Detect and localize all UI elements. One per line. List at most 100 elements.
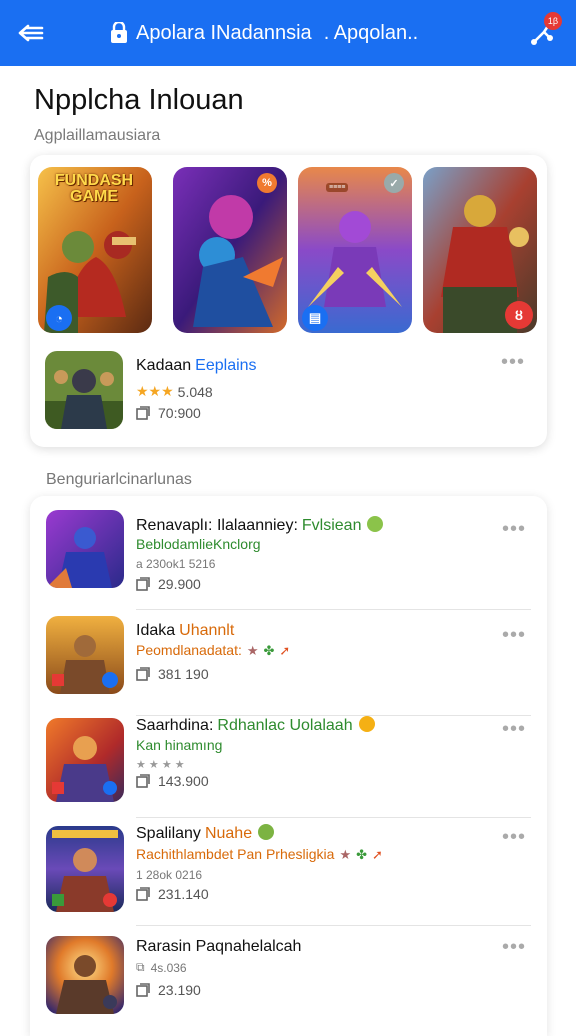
more-options-icon[interactable]: ••• (501, 352, 525, 372)
page-title: Npplcha Inlouan (34, 84, 244, 116)
top-app-bar: Apolara INadannsia . Apqolan.. 1β (0, 0, 576, 66)
downloads-value: 23.190 (158, 982, 201, 998)
divider (136, 925, 531, 926)
app-icon-image (46, 826, 124, 912)
list-item[interactable]: Rarasin Paqnahelalcah ⧉ 4s.036 23.190 ••• (30, 928, 547, 1036)
downloads-value: 70:900 (158, 405, 201, 421)
app-name-accent: Uhannlt (179, 622, 235, 639)
app-icon-image (46, 616, 124, 694)
notification-badge[interactable]: 1β (544, 12, 562, 30)
more-options-icon[interactable]: ••• (502, 519, 526, 539)
app-subtitle-text: Rachithlambdet Pan Prhesligkia (136, 846, 335, 862)
app-icon (46, 718, 124, 802)
arrow-icon: ➚ (372, 847, 383, 862)
downloads-line: 231.140 (136, 886, 209, 902)
category-icon: ⧉ (136, 960, 145, 974)
featured-tile-1[interactable]: FUNDASH GAME ◔ (38, 167, 152, 333)
rating-stars-icon: ★★★ (136, 383, 174, 399)
downloads-value: 29.900 (158, 576, 201, 592)
lock-icon (111, 22, 127, 43)
app-name-accent: Nuahe (204, 825, 253, 842)
app-subtitle: Rachithlambdet Pan Prhesligkia ★ ✤ ➚ (136, 846, 383, 863)
app-meta: ⧉ 4s.036 (136, 960, 187, 975)
app-name: Saarhdina: Rdhanlac Uolalaah (136, 716, 375, 735)
app-name-accent: Eeplains (195, 357, 257, 374)
app-bar-title-text: Apolara INadannsia (136, 21, 312, 44)
app-bar-title: Apolara INadannsia . Apqolan.. (110, 0, 418, 66)
app-meta-text: 4s.036 (150, 960, 187, 975)
download-count-icon (136, 667, 150, 681)
app-icon-image (46, 936, 124, 1014)
app-name-text: Kadaan (136, 357, 192, 374)
app-icon (46, 826, 124, 912)
sale-badge-icon: % (257, 173, 277, 193)
download-count-icon (136, 887, 150, 901)
downloads-value: 143.900 (158, 773, 209, 789)
verified-icon (367, 516, 384, 532)
rating-stars-icon: ★ ★ ★ ★ (136, 759, 185, 771)
more-options-icon[interactable]: ••• (502, 827, 526, 847)
list-item[interactable]: Idaka Uhannlt Peomdlanadatat: ★ ✤ ➚ 381 190 … (30, 608, 547, 716)
clover-icon: ✤ (356, 847, 368, 862)
downloads-line: 70:900 (136, 405, 201, 421)
download-count-icon (136, 774, 150, 788)
app-icon-image (45, 351, 123, 429)
list-item[interactable]: Saarhdina: Rdhanlac Uolalaah Kan hinamıng… (30, 710, 547, 818)
app-bar-subtitle: . Apqolan.. (323, 21, 419, 44)
app-list: Renavaplı: Ilalaanniey: Fvlsiean Beblodam… (30, 496, 547, 1036)
arrow-icon: ➚ (279, 643, 291, 658)
more-options-icon[interactable]: ••• (502, 625, 526, 645)
app-meta: 1 28ok 0216 (136, 868, 203, 882)
rating-value: 5.048 (177, 383, 213, 400)
featured-tile-3[interactable]: ≡≡≡≡ ✓ ▤ (298, 167, 412, 333)
app-name-text: Rarasin Paqnahelalcah (136, 938, 302, 955)
rating-line: ★★★ 5.048 (136, 383, 213, 400)
app-name: Renavaplı: Ilalaanniey: Fvlsiean (136, 516, 384, 535)
app-name-text: Spalilany (136, 825, 201, 842)
check-badge-icon: ✓ (384, 173, 404, 193)
app-name-accent: Fvlsiean (301, 517, 362, 534)
app-subtitle: Kan hinamıng (136, 737, 223, 753)
app-icon (46, 510, 124, 588)
back-arrow-icon[interactable] (16, 18, 46, 48)
app-name-text: Saarhdina: (136, 717, 214, 734)
status-icon (258, 824, 275, 840)
app-icon (46, 616, 124, 694)
app-subtitle-text: Peomdlanadatat: (136, 642, 242, 658)
downloads-value: 381 190 (158, 666, 209, 682)
list-item[interactable]: Spalilany Nuahe Rachithlambdet Pan Prhesl… (30, 818, 547, 926)
downloads-value: 231.140 (158, 886, 209, 902)
app-icon-image (46, 510, 124, 588)
game-badge-icon: ȣ (505, 301, 533, 329)
download-count-icon (136, 983, 150, 997)
app-name: Kadaan Eeplains (136, 357, 257, 375)
app-name-accent: Rdhanlac Uolalaah (217, 717, 353, 734)
app-meta: a 230ok1 5216 (136, 557, 216, 571)
downloads-line: 29.900 (136, 576, 201, 592)
list-item[interactable]: Renavaplı: Ilalaanniey: Fvlsiean Beblodam… (30, 502, 547, 610)
section-label: Benguriarlcinarlunas (46, 471, 192, 488)
more-options-icon[interactable]: ••• (502, 937, 526, 957)
download-count-icon (136, 406, 150, 420)
featured-app-row[interactable]: Kadaan Eeplains ★★★ 5.048 70:900 ••• (45, 351, 535, 433)
tile-chip: ≡≡≡≡ (326, 183, 349, 192)
downloads-line: 381 190 (136, 666, 209, 682)
app-name: Spalilany Nuahe (136, 824, 275, 843)
app-icon (46, 936, 124, 1014)
star-icon: ★ (339, 847, 352, 862)
star-icon: ★ (246, 643, 259, 658)
app-subtitle: BeblodamlieKnclorg (136, 536, 261, 552)
featured-tile-4[interactable]: ȣ (423, 167, 537, 333)
status-icon (358, 716, 375, 732)
page-subtitle: Agplaillamausiara (34, 127, 161, 144)
app-name-text: Idaka (136, 622, 176, 639)
downloads-line: 23.190 (136, 982, 201, 998)
platform-badge-icon: ◔ (46, 305, 72, 331)
controller-badge-icon: ▤ (302, 305, 328, 331)
featured-tile-2[interactable]: % (173, 167, 287, 333)
tile-caption: FUNDASH GAME (54, 172, 134, 205)
app-name: Rarasin Paqnahelalcah (136, 938, 301, 956)
featured-card: FUNDASH GAME ◔ % ≡≡≡≡ ✓ ▤ ȣ Kadaan Eepla… (30, 155, 547, 447)
app-name-text: Renavaplı: Ilalaanniey: (136, 517, 298, 534)
more-options-icon[interactable]: ••• (502, 719, 526, 739)
